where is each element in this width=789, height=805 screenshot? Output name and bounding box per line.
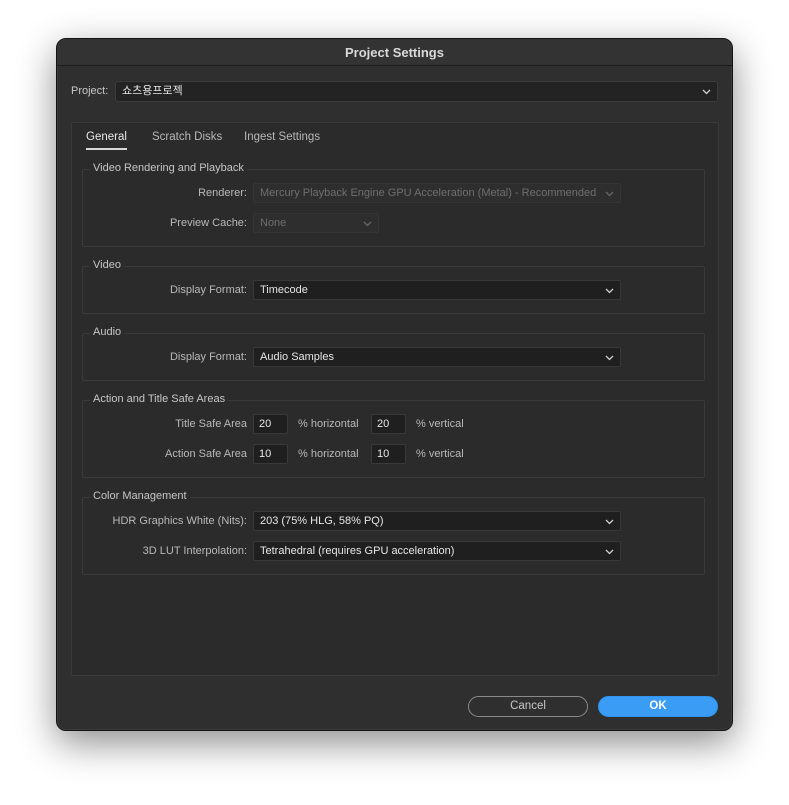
settings-panel: General Scratch Disks Ingest Settings Vi… — [71, 122, 719, 676]
video-rendering-title: Video Rendering and Playback — [90, 162, 247, 174]
video-title: Video — [90, 259, 124, 271]
chevron-down-icon — [363, 219, 372, 228]
safe-areas-group: Action and Title Safe Areas Title Safe A… — [82, 393, 705, 478]
audio-display-format-select[interactable]: Audio Samples — [253, 347, 621, 367]
audio-group: Audio Display Format: Audio Samples — [82, 326, 705, 381]
title-safe-horizontal-unit: % horizontal — [298, 418, 359, 430]
title-safe-vertical-unit: % vertical — [416, 418, 464, 430]
hdr-white-value: 203 (75% HLG, 58% PQ) — [260, 515, 384, 527]
action-safe-vertical-input[interactable]: 10 — [371, 444, 406, 464]
project-settings-dialog: Project Settings Project: 쇼츠용프로젝 General… — [56, 38, 733, 731]
title-safe-label: Title Safe Area — [175, 418, 247, 430]
project-row: Project: 쇼츠용프로젝 — [71, 81, 719, 103]
renderer-select[interactable]: Mercury Playback Engine GPU Acceleration… — [253, 183, 621, 203]
cancel-button[interactable]: Cancel — [468, 696, 588, 717]
hdr-white-label: HDR Graphics White (Nits): — [112, 515, 247, 527]
title-safe-vertical-input[interactable]: 20 — [371, 414, 406, 434]
tab-ingest-settings[interactable]: Ingest Settings — [244, 131, 320, 143]
lut-interpolation-label: 3D LUT Interpolation: — [142, 545, 247, 557]
title-safe-horizontal-input[interactable]: 20 — [253, 414, 288, 434]
hdr-white-select[interactable]: 203 (75% HLG, 58% PQ) — [253, 511, 621, 531]
color-management-group: Color Management HDR Graphics White (Nit… — [82, 490, 705, 575]
audio-display-format-label: Display Format: — [169, 351, 247, 363]
action-safe-horizontal-unit: % horizontal — [298, 448, 359, 460]
lut-interpolation-value: Tetrahedral (requires GPU acceleration) — [260, 545, 455, 557]
safe-areas-title: Action and Title Safe Areas — [90, 393, 229, 405]
color-management-title: Color Management — [90, 490, 190, 502]
chevron-down-icon — [605, 547, 614, 556]
action-safe-horizontal-input[interactable]: 10 — [253, 444, 288, 464]
project-select-value: 쇼츠용프로젝 — [122, 85, 183, 97]
project-select[interactable]: 쇼츠용프로젝 — [115, 81, 718, 102]
audio-title: Audio — [90, 326, 125, 338]
video-group: Video Display Format: Timecode — [82, 259, 705, 314]
chevron-down-icon — [605, 517, 614, 526]
dialog-title: Project Settings — [57, 39, 732, 66]
action-safe-vertical-unit: % vertical — [416, 448, 464, 460]
tab-general[interactable]: General — [86, 131, 127, 150]
preview-cache-label: Preview Cache: — [169, 217, 247, 229]
project-label: Project: — [71, 85, 109, 97]
preview-cache-value: None — [260, 217, 287, 229]
chevron-down-icon — [605, 286, 614, 295]
video-rendering-group: Video Rendering and Playback Renderer: M… — [82, 162, 705, 247]
chevron-down-icon — [605, 353, 614, 362]
ok-button[interactable]: OK — [598, 696, 718, 717]
video-display-format-select[interactable]: Timecode — [253, 280, 621, 300]
action-safe-label: Action Safe Area — [165, 448, 247, 460]
lut-interpolation-select[interactable]: Tetrahedral (requires GPU acceleration) — [253, 541, 621, 561]
chevron-down-icon — [605, 189, 614, 198]
renderer-value: Mercury Playback Engine GPU Acceleration… — [260, 187, 597, 199]
video-display-format-label: Display Format: — [169, 284, 247, 296]
renderer-label: Renderer: — [198, 187, 247, 199]
chevron-down-icon — [702, 87, 711, 96]
audio-display-format-value: Audio Samples — [260, 351, 334, 363]
preview-cache-select[interactable]: None — [253, 213, 379, 233]
video-display-format-value: Timecode — [260, 284, 308, 296]
tab-scratch-disks[interactable]: Scratch Disks — [152, 131, 222, 143]
